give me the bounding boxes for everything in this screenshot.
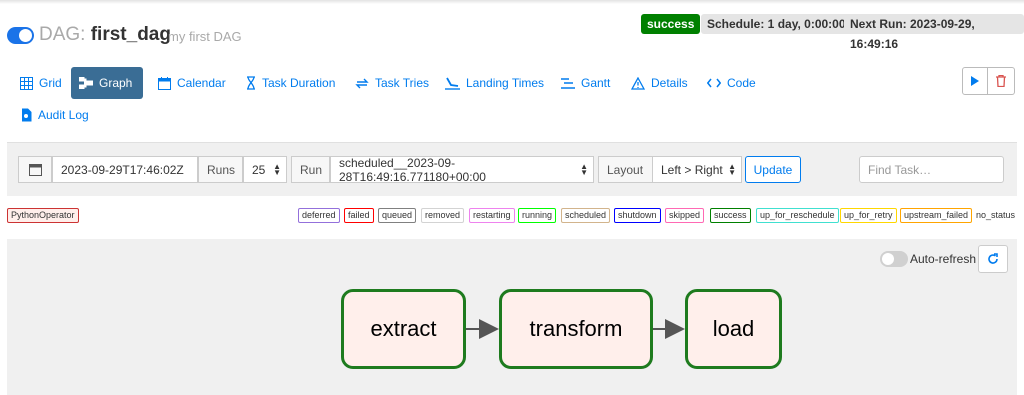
warning-triangle-icon: [631, 76, 645, 90]
run-select[interactable]: scheduled__2023-09-28T16:49:16.771180+00…: [330, 155, 594, 184]
plane-landing-icon: [445, 77, 460, 90]
tab-details[interactable]: Details: [623, 67, 696, 99]
tab-gantt[interactable]: Gantt: [553, 67, 618, 99]
tab-grid-label: Grid: [39, 76, 62, 90]
top-shadow: [0, 0, 1024, 4]
legend-running[interactable]: running: [518, 208, 557, 223]
legend-failed[interactable]: failed: [344, 208, 374, 223]
layout-select[interactable]: Left > Right ▲ ▼: [652, 156, 742, 183]
dag-id: first_dag: [90, 24, 171, 45]
dag-graph-canvas[interactable]: Auto-refresh extract transform load: [7, 239, 1017, 395]
legend-removed[interactable]: removed: [421, 208, 465, 223]
tab-landing-times[interactable]: Landing Times: [437, 67, 552, 99]
retry-icon: [355, 78, 369, 88]
tab-graph[interactable]: Graph: [71, 67, 143, 99]
legend-no-status[interactable]: no_status: [976, 208, 1015, 223]
tab-code[interactable]: Code: [699, 67, 764, 99]
layout-label: Layout: [598, 156, 653, 183]
schedule-label: Schedule: 1 day, 0:00:00: [701, 14, 852, 34]
layout-value: Left > Right: [661, 162, 723, 177]
base-date-input[interactable]: 2023-09-29T17:46:02Z: [52, 156, 198, 183]
select-arrows-icon: ▲ ▼: [273, 162, 281, 177]
legend-success[interactable]: success: [710, 208, 751, 223]
tab-code-label: Code: [727, 76, 756, 90]
tab-audit-log-label: Audit Log: [38, 108, 89, 122]
run-label: Run: [291, 156, 330, 183]
legend-upstream-failed[interactable]: upstream_failed: [900, 208, 973, 223]
tab-calendar-label: Calendar: [177, 76, 226, 90]
tab-task-duration-label: Task Duration: [262, 76, 336, 90]
legend-deferred[interactable]: deferred: [298, 208, 340, 223]
legend-shutdown[interactable]: shutdown: [614, 208, 661, 223]
graph-icon: [79, 77, 93, 89]
tab-grid[interactable]: Grid: [12, 67, 70, 99]
delete-dag-button[interactable]: [988, 67, 1015, 95]
legend-queued[interactable]: queued: [378, 208, 417, 223]
document-search-icon: [22, 108, 32, 122]
update-button[interactable]: Update: [745, 156, 801, 183]
calendar-icon: [28, 164, 42, 176]
task-node-load[interactable]: load: [685, 289, 782, 369]
runs-label: Runs: [198, 156, 243, 183]
tab-details-label: Details: [651, 76, 688, 90]
next-run-label: Next Run: 2023-09-29, 16:49:16: [844, 14, 1024, 51]
task-node-transform[interactable]: transform: [499, 289, 653, 369]
trash-icon: [996, 75, 1006, 87]
tab-task-duration[interactable]: Task Duration: [238, 67, 343, 99]
grid-icon: [20, 76, 33, 90]
dag-prefix: DAG:: [39, 24, 86, 45]
operator-legend: PythonOperator: [7, 208, 79, 223]
legend-up-for-reschedule[interactable]: up_for_reschedule: [756, 208, 839, 223]
legend-scheduled[interactable]: scheduled: [561, 208, 611, 223]
code-icon: [707, 78, 721, 88]
tab-task-tries-label: Task Tries: [375, 76, 430, 90]
calendar-icon: [158, 76, 171, 90]
find-task-input[interactable]: Find Task…: [859, 156, 1004, 183]
dag-pause-toggle[interactable]: [7, 27, 34, 44]
dag-title: DAG: first_dag: [39, 24, 171, 46]
task-node-extract[interactable]: extract: [341, 289, 466, 369]
gantt-icon: [561, 77, 575, 89]
runs-select[interactable]: 25 ▲ ▼: [243, 156, 287, 183]
trigger-dag-button[interactable]: [962, 67, 988, 95]
hourglass-icon: [247, 76, 255, 90]
tab-graph-label: Graph: [99, 76, 133, 90]
select-arrows-icon: ▲ ▼: [728, 162, 736, 177]
tab-audit-log[interactable]: Audit Log: [13, 99, 97, 131]
base-date-calendar-button[interactable]: [18, 156, 52, 183]
tab-task-tries[interactable]: Task Tries: [347, 67, 437, 99]
play-icon: [971, 76, 979, 86]
tab-gantt-label: Gantt: [581, 76, 611, 90]
runs-value: 25: [252, 162, 266, 177]
tab-landing-times-label: Landing Times: [466, 76, 545, 90]
dag-status-badge: success: [641, 14, 701, 34]
legend-skipped[interactable]: skipped: [665, 208, 705, 223]
run-value: scheduled__2023-09-28T16:49:16.771180+00…: [339, 155, 486, 184]
legend-up-for-retry[interactable]: up_for_retry: [840, 208, 897, 223]
select-arrows-icon: ▲ ▼: [580, 162, 588, 177]
graph-filter-bar: 2023-09-29T17:46:02Z Runs 25 ▲ ▼ Run sche…: [7, 142, 1017, 196]
legend-restarting[interactable]: restarting: [469, 208, 515, 223]
tab-calendar[interactable]: Calendar: [150, 67, 234, 99]
dag-description: my first DAG: [168, 29, 242, 44]
